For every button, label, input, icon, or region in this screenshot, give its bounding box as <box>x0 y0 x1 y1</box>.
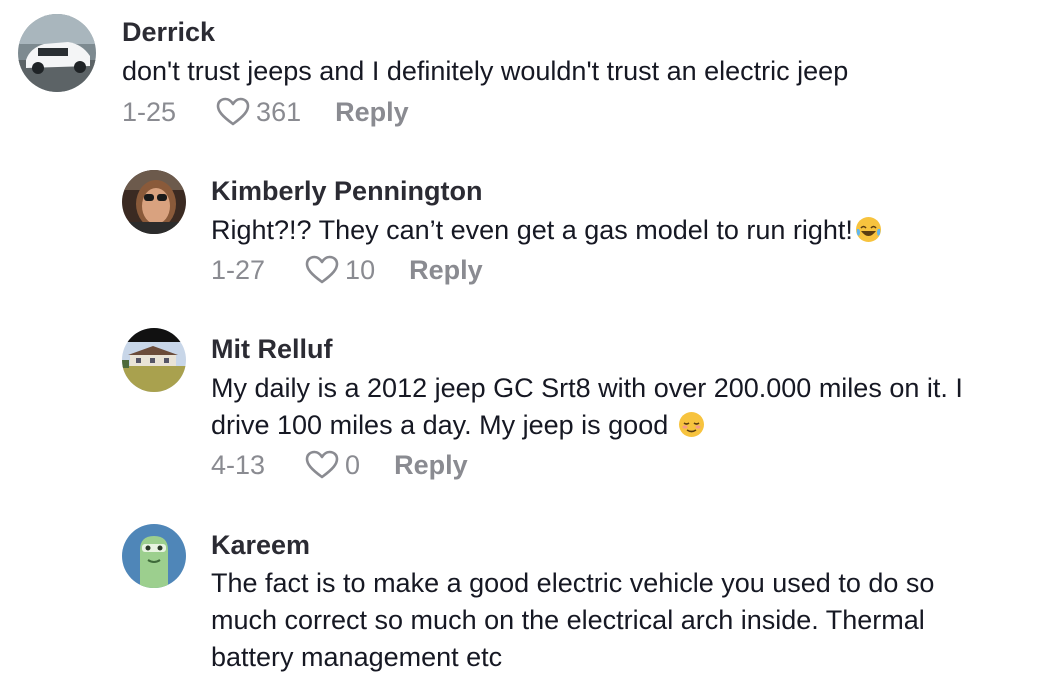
green-creature-avatar-icon <box>122 524 186 588</box>
comment-text-line: much correct so much on the electrical a… <box>211 605 925 635</box>
comment-text-line: The fact is to make a good electric vehi… <box>211 568 935 598</box>
comment-item: Kareem The fact is to make a good electr… <box>0 0 1062 678</box>
comment-text: The fact is to make a good electric vehi… <box>211 565 934 676</box>
avatar[interactable] <box>122 524 186 588</box>
comment-username[interactable]: Kareem <box>211 530 310 561</box>
comment-text-line: battery management etc <box>211 642 503 672</box>
